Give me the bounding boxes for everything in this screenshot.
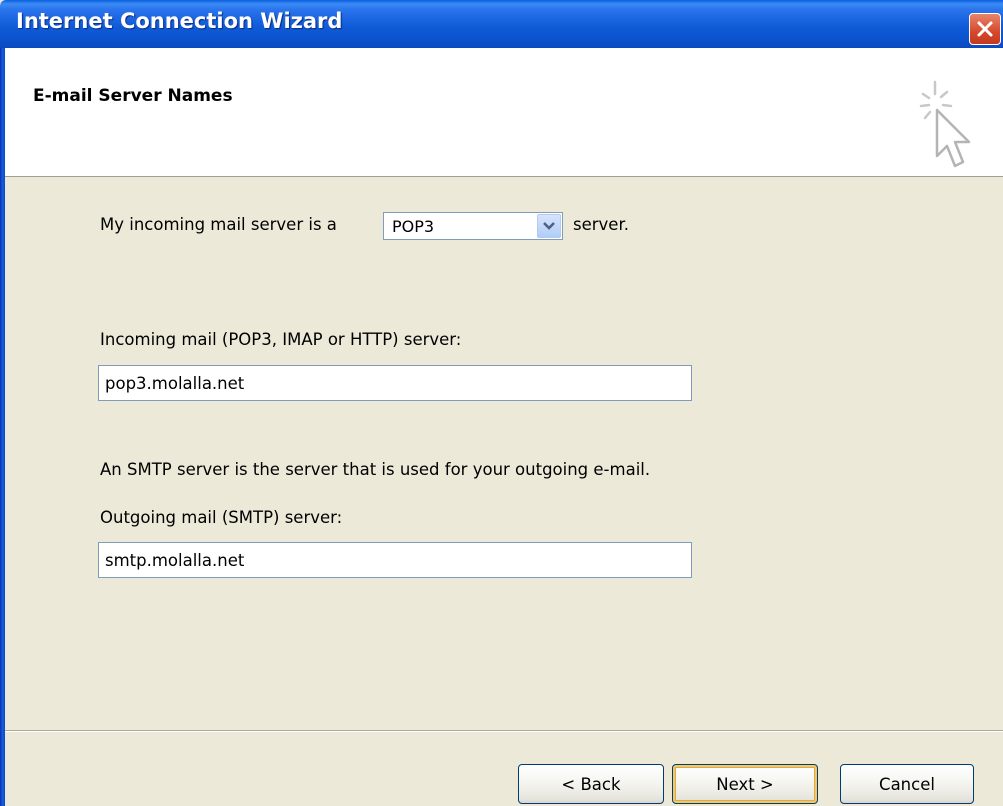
chevron-down-icon bbox=[543, 222, 555, 230]
title-bar[interactable]: Internet Connection Wizard bbox=[0, 0, 1003, 48]
incoming-type-prefix: My incoming mail server is a bbox=[100, 215, 337, 234]
cancel-button[interactable]: Cancel bbox=[840, 764, 974, 804]
close-icon bbox=[977, 21, 993, 37]
dropdown-button[interactable] bbox=[537, 214, 561, 238]
wizard-cursor-icon bbox=[919, 80, 971, 168]
outgoing-server-label: Outgoing mail (SMTP) server: bbox=[100, 508, 343, 527]
wizard-header: E-mail Server Names bbox=[5, 48, 1003, 177]
incoming-server-type-select[interactable]: POP3 bbox=[383, 212, 563, 240]
outgoing-server-input[interactable] bbox=[98, 542, 692, 578]
incoming-server-input[interactable] bbox=[98, 365, 692, 401]
incoming-type-suffix: server. bbox=[573, 215, 629, 234]
close-button[interactable] bbox=[969, 13, 1001, 45]
selected-server-type: POP3 bbox=[392, 217, 435, 236]
incoming-server-label: Incoming mail (POP3, IMAP or HTTP) serve… bbox=[100, 330, 462, 349]
footer-separator bbox=[5, 730, 1003, 732]
next-button[interactable]: Next > bbox=[672, 764, 818, 804]
page-heading: E-mail Server Names bbox=[33, 86, 233, 106]
back-button[interactable]: < Back bbox=[518, 764, 664, 804]
smtp-description: An SMTP server is the server that is use… bbox=[100, 460, 651, 479]
window-title: Internet Connection Wizard bbox=[16, 9, 343, 33]
